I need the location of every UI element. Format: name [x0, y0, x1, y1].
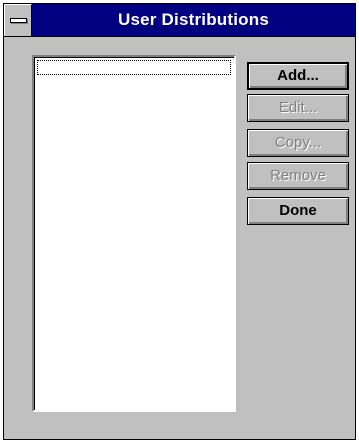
- window-title: User Distributions: [118, 10, 269, 29]
- edit-button[interactable]: Edit...: [247, 94, 349, 122]
- remove-button[interactable]: Remove: [247, 162, 349, 190]
- done-button[interactable]: Done: [247, 197, 349, 225]
- add-button[interactable]: Add...: [247, 62, 349, 90]
- copy-button[interactable]: Copy...: [247, 129, 349, 157]
- system-menu-icon: [10, 18, 27, 23]
- system-menu-button[interactable]: [4, 4, 32, 36]
- distributions-list[interactable]: [32, 55, 236, 412]
- user-distributions-dialog: User Distributions Add... Edit... Copy..…: [3, 3, 356, 440]
- list-focus-row[interactable]: [37, 60, 231, 75]
- title-bar[interactable]: User Distributions: [4, 4, 355, 37]
